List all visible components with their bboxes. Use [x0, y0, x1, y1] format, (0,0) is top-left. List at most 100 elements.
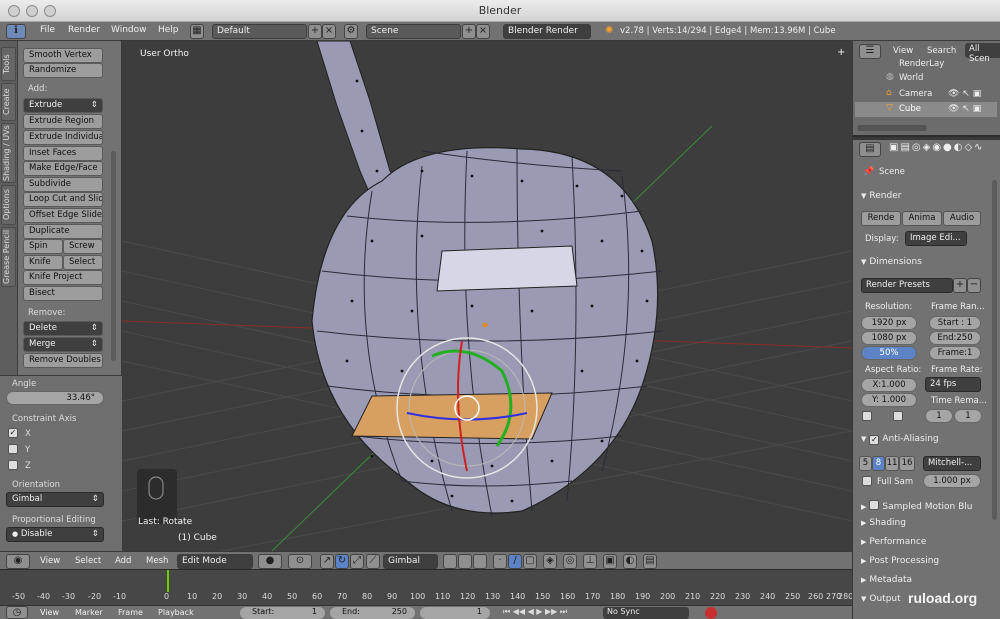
remap-new-field[interactable]: 1: [954, 409, 982, 423]
motion-blur-checkbox[interactable]: [869, 500, 880, 510]
vertex-select-icon[interactable]: ·: [493, 554, 507, 569]
editor-type-3d-icon[interactable]: ◉: [6, 554, 30, 569]
camera-view-icon[interactable]: ▤: [643, 554, 657, 569]
layer-icon-2[interactable]: [458, 554, 472, 569]
end-frame-field[interactable]: End: 250: [330, 607, 415, 619]
motion-blur-section-header[interactable]: ▶ Sampled Motion Blu: [861, 499, 972, 512]
occlude-geometry-icon[interactable]: ◈: [543, 554, 557, 569]
display-select[interactable]: Image Edi...: [905, 231, 967, 246]
metadata-section-header[interactable]: ▶ Metadata: [861, 575, 912, 585]
editor-type-properties-icon[interactable]: ▤: [859, 142, 881, 157]
frame-start-field[interactable]: Start : 1: [929, 316, 981, 330]
outliner-filter-select[interactable]: All Scen: [965, 43, 1000, 64]
randomize-button[interactable]: Randomize: [23, 63, 103, 78]
add-layout-button[interactable]: +: [308, 24, 322, 39]
scene-icon[interactable]: ⚙: [344, 24, 358, 39]
manipulator-rotate-icon[interactable]: ↻: [335, 554, 349, 569]
tab-grease-pencil[interactable]: Grease Pencil: [1, 227, 16, 287]
orientation-select[interactable]: Gimbal ⇕: [6, 492, 104, 507]
remove-preset-button[interactable]: −: [967, 278, 981, 293]
performance-section-header[interactable]: ▶ Performance: [861, 537, 926, 547]
remap-old-field[interactable]: 1: [925, 409, 953, 423]
aa-samples-8[interactable]: 8: [872, 456, 885, 471]
editor-type-icon[interactable]: ℹ: [6, 24, 26, 39]
timeline-editor[interactable]: -50 -40 -30 -20 -10 0 10 20 30 40 50 60 …: [0, 569, 853, 605]
timeline-menu-view[interactable]: View: [40, 608, 59, 617]
tab-options[interactable]: Options: [1, 185, 16, 225]
anti-aliasing-checkbox[interactable]: ✓: [869, 435, 880, 445]
timeline-menu-marker[interactable]: Marker: [75, 608, 103, 617]
smooth-vertex-button[interactable]: Smooth Vertex: [23, 48, 103, 63]
snap-icon[interactable]: ⊥: [583, 554, 597, 569]
3d-viewport[interactable]: User Ortho Last: Rotate (1) Cube +: [122, 41, 852, 551]
aa-samples-16[interactable]: 16: [899, 456, 915, 471]
mode-select[interactable]: Edit Mode: [177, 554, 253, 569]
merge-dropdown[interactable]: Merge ⇕: [23, 337, 103, 352]
border-checkbox[interactable]: [862, 411, 872, 421]
layer-icon-1[interactable]: [443, 554, 457, 569]
outliner-row-renderlayers[interactable]: RenderLay: [899, 59, 944, 69]
frame-rate-select[interactable]: 24 fps: [925, 377, 981, 392]
make-edge-face-button[interactable]: Make Edge/Face: [23, 161, 103, 176]
render-preview-icon[interactable]: ◐: [623, 554, 637, 569]
properties-scrollbar[interactable]: [992, 180, 997, 520]
output-section-header[interactable]: ▼ Output: [861, 594, 901, 604]
menu-mesh[interactable]: Mesh: [146, 556, 168, 566]
viewport-plus-icon[interactable]: +: [837, 47, 845, 58]
face-select-icon[interactable]: ▢: [523, 554, 537, 569]
resolution-x-field[interactable]: 1920 px: [861, 316, 917, 330]
delete-dropdown[interactable]: Delete ⇕: [23, 321, 103, 336]
spin-button[interactable]: Spin: [23, 239, 63, 254]
render-animation-button[interactable]: Anima: [902, 211, 942, 226]
outliner-menu-search[interactable]: Search: [927, 46, 956, 56]
axis-z-checkbox[interactable]: [8, 460, 18, 470]
viewport-shading-icon[interactable]: ●: [258, 554, 282, 569]
full-sample-checkbox[interactable]: [862, 476, 872, 486]
frame-step-field[interactable]: Frame:1: [929, 346, 981, 360]
render-engine-select[interactable]: Blender Render: [503, 24, 591, 39]
outliner-scrollbar[interactable]: [857, 125, 927, 131]
record-icon[interactable]: [705, 607, 717, 619]
edge-select-icon[interactable]: /: [508, 554, 522, 569]
screen-layout-field[interactable]: Default: [212, 24, 307, 39]
aa-filter-select[interactable]: Mitchell-...: [923, 456, 981, 471]
axis-y-checkbox[interactable]: [8, 444, 18, 454]
timeline-menu-playback[interactable]: Playback: [158, 608, 194, 617]
tab-shading-uvs[interactable]: Shading / UVs: [1, 123, 16, 183]
aspect-x-field[interactable]: X:1.000: [861, 378, 917, 392]
extrude-region-button[interactable]: Extrude Region: [23, 114, 103, 129]
start-frame-field[interactable]: Start: 1: [240, 607, 325, 619]
knife-select-button[interactable]: Select: [63, 255, 103, 270]
proportional-select[interactable]: ● Disable ⇕: [6, 527, 104, 542]
viewport-canvas[interactable]: [122, 41, 852, 551]
dimensions-section-header[interactable]: ▼ Dimensions: [861, 257, 922, 267]
sync-mode-select[interactable]: No Sync: [603, 607, 689, 619]
snap-element-icon[interactable]: ▣: [603, 554, 617, 569]
outliner-row-cube[interactable]: Cube: [899, 104, 921, 114]
manipulator-toggle-icon[interactable]: ⟋: [366, 554, 380, 569]
current-frame-field[interactable]: 1: [420, 607, 490, 619]
aa-samples-5[interactable]: 5: [859, 456, 872, 471]
outliner-row-world[interactable]: World: [899, 73, 923, 83]
menu-file[interactable]: File: [40, 25, 55, 35]
resolution-percentage-field[interactable]: 50%: [861, 346, 917, 360]
render-section-header[interactable]: ▼ Render: [861, 191, 901, 201]
render-audio-button[interactable]: Audio: [943, 211, 981, 226]
extrude-dropdown[interactable]: Extrude ⇕: [23, 98, 103, 113]
outliner-menu-view[interactable]: View: [893, 46, 913, 56]
properties-context-tabs[interactable]: ▣▤◎◈◉●◐◇∿: [889, 142, 985, 153]
pivot-point-icon[interactable]: ⊙: [288, 554, 312, 569]
tab-create[interactable]: Create: [1, 83, 16, 121]
resolution-y-field[interactable]: 1080 px: [861, 331, 917, 345]
tab-tools[interactable]: Tools: [1, 47, 16, 81]
duplicate-button[interactable]: Duplicate: [23, 224, 103, 239]
add-preset-button[interactable]: +: [953, 278, 967, 293]
timeline-menu-frame[interactable]: Frame: [118, 608, 143, 617]
render-image-button[interactable]: Rende: [861, 211, 901, 226]
menu-select[interactable]: Select: [75, 556, 101, 566]
menu-add[interactable]: Add: [115, 556, 131, 566]
remove-scene-button[interactable]: ×: [476, 24, 490, 39]
knife-project-button[interactable]: Knife Project: [23, 270, 103, 285]
anti-aliasing-section-header[interactable]: ▼ ✓ Anti-Aliasing: [861, 434, 939, 445]
editor-type-outliner-icon[interactable]: ☰: [859, 44, 881, 59]
